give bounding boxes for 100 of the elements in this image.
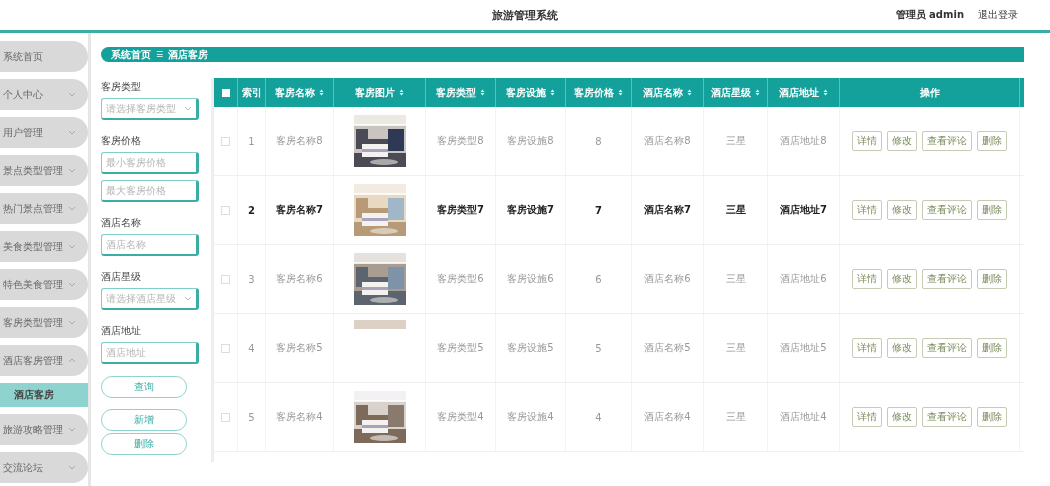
row-action-button[interactable]: 查看评论 (922, 338, 972, 358)
column-header[interactable]: 客房图片 (355, 85, 395, 100)
column-header[interactable]: 客房类型 (436, 85, 476, 100)
sidebar-item[interactable]: 景点类型管理 (0, 155, 88, 186)
row-action-button[interactable]: 删除 (977, 131, 1007, 151)
separator-glyph: ☰ (156, 50, 164, 59)
sort-icon[interactable] (550, 89, 555, 96)
table-cell: 酒店地址6 (780, 272, 827, 286)
row-checkbox[interactable] (221, 136, 230, 146)
table-cell: 酒店名称8 (644, 134, 691, 148)
row-action-button[interactable]: 查看评论 (922, 269, 972, 289)
column-header[interactable]: 客房价格 (574, 85, 614, 100)
logout-link[interactable]: 退出登录 (978, 8, 1018, 22)
table-cell: 客房类型5 (437, 341, 484, 355)
row-action-button[interactable]: 删除 (977, 200, 1007, 220)
table-cell: 客房设施8 (507, 134, 554, 148)
select-all-checkbox[interactable] (221, 88, 230, 97)
filter-button[interactable]: 删除 (101, 433, 187, 455)
app-title: 旅游管理系统 (492, 7, 558, 23)
column-header[interactable]: 酒店星级 (711, 85, 751, 100)
table-cell: 三星 (725, 410, 746, 424)
chevron-icon (68, 206, 76, 211)
table-cell: 客房类型6 (437, 272, 484, 286)
row-action-button[interactable]: 修改 (887, 407, 917, 427)
row-action-button[interactable]: 查看评论 (922, 200, 972, 220)
row-action-button[interactable]: 修改 (887, 269, 917, 289)
chevron-icon (68, 465, 76, 470)
sidebar-item[interactable]: 客房类型管理 (0, 307, 88, 338)
table-cell: 三星 (725, 272, 746, 286)
row-checkbox[interactable] (221, 205, 230, 215)
table-cell: 酒店名称4 (644, 410, 691, 424)
sort-icon[interactable] (480, 89, 485, 96)
table-cell: 2 (248, 204, 255, 216)
sort-icon[interactable] (319, 89, 324, 96)
filter-label: 酒店名称 (101, 216, 142, 230)
breadcrumb-link[interactable]: 系统首页 (111, 47, 151, 62)
breadcrumb-current: 酒店客房 (168, 47, 209, 62)
row-action-button[interactable]: 修改 (887, 200, 917, 220)
sidebar-item[interactable]: 系统首页 (0, 41, 88, 72)
row-checkbox[interactable] (221, 343, 230, 353)
sidebar-item[interactable]: 特色美食管理 (0, 269, 88, 300)
sort-icon[interactable] (687, 89, 692, 96)
select-field[interactable]: 请选择客房类型 (101, 98, 199, 120)
sidebar-item[interactable]: 交流论坛 (0, 452, 88, 483)
sidebar-item[interactable]: 美食类型管理 (0, 231, 88, 262)
row-action-button[interactable]: 详情 (852, 269, 882, 289)
row-action-button[interactable]: 修改 (887, 338, 917, 358)
row-action-button[interactable]: 删除 (977, 269, 1007, 289)
table-cell: 客房设施7 (507, 203, 554, 217)
sort-icon[interactable] (755, 89, 760, 96)
filter-label: 客房价格 (101, 134, 142, 148)
row-action-button[interactable]: 删除 (977, 407, 1007, 427)
filter-label: 客房类型 (101, 80, 142, 94)
table-cell: 8 (595, 135, 602, 147)
column-header[interactable]: 客房名称 (275, 85, 315, 100)
chevron-icon (184, 296, 192, 301)
chevron-icon (68, 168, 76, 173)
table-cell: 酒店名称5 (644, 341, 691, 355)
column-header[interactable]: 客房设施 (506, 85, 546, 100)
table-cell: 酒店地址5 (780, 341, 827, 355)
filter-label: 酒店星级 (101, 270, 142, 284)
sort-icon[interactable] (823, 89, 828, 96)
sidebar-item[interactable]: 个人中心 (0, 79, 88, 110)
table-cell: 客房名称8 (276, 134, 323, 148)
chevron-icon (68, 92, 76, 97)
table-cell: 客房名称5 (276, 341, 323, 355)
table-cell: 4 (248, 342, 255, 354)
table-cell: 酒店地址7 (780, 203, 827, 217)
select-field[interactable]: 请选择酒店星级 (101, 288, 199, 310)
chevron-icon (68, 358, 76, 363)
input-field[interactable]: 最小客房价格 (101, 152, 199, 174)
sidebar-subitem[interactable]: 酒店客房 (0, 383, 88, 407)
column-header[interactable]: 酒店地址 (779, 85, 819, 100)
column-header[interactable]: 索引 (241, 85, 262, 100)
table-cell: 客房名称7 (276, 203, 323, 217)
row-action-button[interactable]: 详情 (852, 407, 882, 427)
row-action-button[interactable]: 修改 (887, 131, 917, 151)
row-action-button[interactable]: 查看评论 (922, 131, 972, 151)
row-action-button[interactable]: 详情 (852, 131, 882, 151)
table-cell: 5 (248, 411, 255, 423)
column-header[interactable]: 酒店名称 (643, 85, 683, 100)
row-checkbox[interactable] (221, 274, 230, 284)
row-action-button[interactable]: 详情 (852, 200, 882, 220)
column-header[interactable]: 操作 (919, 85, 940, 100)
input-field[interactable]: 酒店名称 (101, 234, 199, 256)
chevron-icon (184, 106, 192, 111)
row-action-button[interactable]: 删除 (977, 338, 1007, 358)
row-action-button[interactable]: 详情 (852, 338, 882, 358)
row-checkbox[interactable] (221, 412, 230, 422)
input-field[interactable]: 最大客房价格 (101, 180, 199, 202)
sort-icon[interactable] (618, 89, 623, 96)
sidebar-item[interactable]: 用户管理 (0, 117, 88, 148)
table-cell: 酒店地址8 (780, 134, 827, 148)
sort-icon[interactable] (399, 89, 404, 96)
row-action-button[interactable]: 查看评论 (922, 407, 972, 427)
sidebar-item[interactable]: 热门景点管理 (0, 193, 88, 224)
sidebar-item[interactable]: 旅游攻略管理 (0, 414, 88, 445)
filter-button[interactable]: 新增 (101, 409, 187, 431)
sidebar-item[interactable]: 酒店客房管理 (0, 345, 88, 376)
filter-button[interactable]: 查询 (101, 376, 187, 398)
